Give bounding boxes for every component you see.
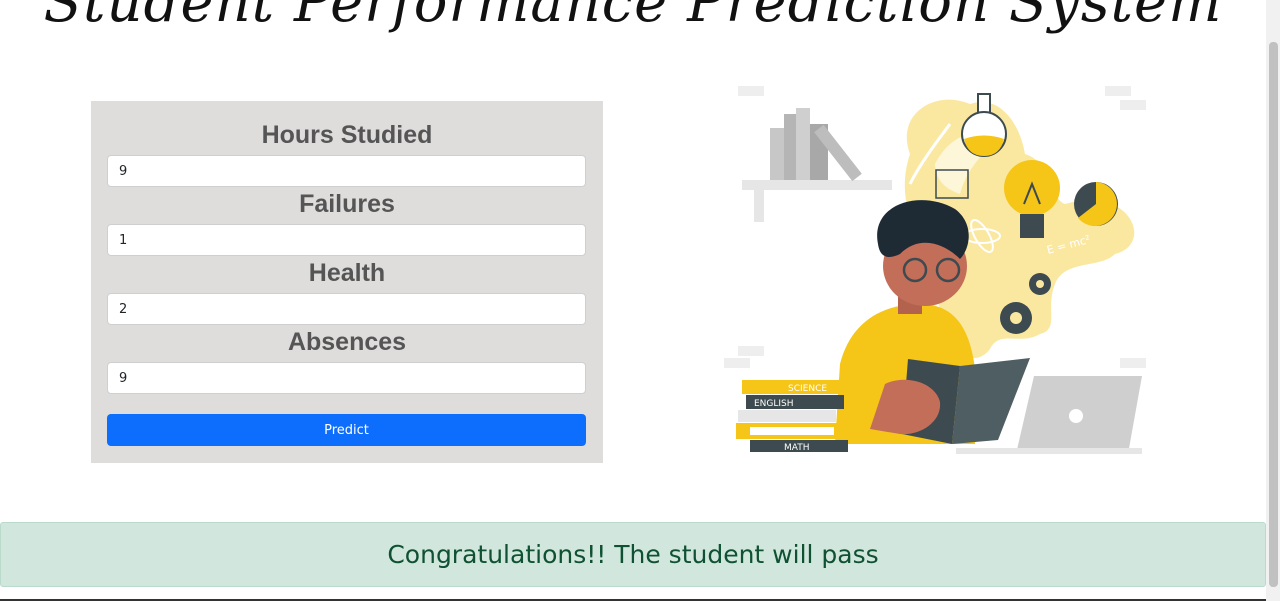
page-scrollbar[interactable]: [1266, 0, 1280, 601]
book-label-math: MATH: [784, 443, 810, 453]
scrollbar-thumb[interactable]: [1269, 42, 1278, 587]
failures-label: Failures: [299, 190, 395, 218]
result-alert: Congratulations!! The student will pass: [0, 522, 1266, 587]
absences-label: Absences: [287, 328, 407, 356]
predict-button[interactable]: Predict: [107, 414, 586, 446]
book-label-science: SCIENCE: [788, 384, 827, 394]
page-title: Student Performance Prediction System: [43, 0, 1223, 35]
hours-studied-input[interactable]: [107, 155, 586, 187]
prediction-form: Hours Studied Failures Health Absences P…: [91, 101, 603, 463]
student-studying-illustration: E = mc² SCIENCE ENGLISH MATH: [724, 86, 1146, 454]
failures-input[interactable]: [107, 224, 586, 256]
health-input[interactable]: [107, 293, 586, 325]
absences-input[interactable]: [107, 362, 586, 394]
hours-studied-label: Hours Studied: [261, 121, 433, 149]
health-label: Health: [308, 259, 386, 287]
book-label-english: ENGLISH: [754, 399, 794, 409]
